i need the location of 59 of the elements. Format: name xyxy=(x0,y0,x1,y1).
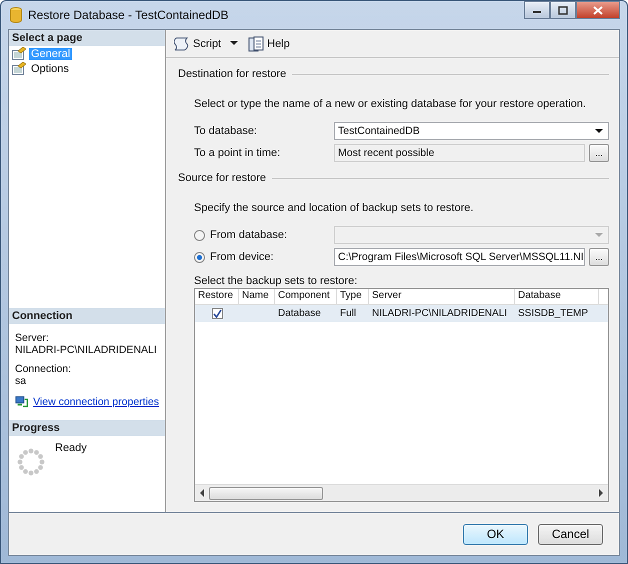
progress-status: Ready xyxy=(55,442,87,454)
minimize-button[interactable] xyxy=(524,1,550,19)
group-heading: Destination for restore xyxy=(178,68,286,80)
caret-icon xyxy=(595,128,603,134)
close-button[interactable] xyxy=(576,1,620,19)
book-icon xyxy=(248,36,264,52)
scroll-icon xyxy=(174,36,190,52)
connection-icon xyxy=(15,395,30,409)
maximize-button[interactable] xyxy=(550,1,576,19)
table-cell: Database xyxy=(278,308,321,319)
radio-label: From database: xyxy=(210,229,288,241)
left-arrow-icon[interactable] xyxy=(199,489,205,497)
database-combo[interactable]: TestContainedDB xyxy=(334,122,609,140)
scrollbar-thumb[interactable] xyxy=(209,486,323,500)
ok-button[interactable]: OK xyxy=(463,524,528,544)
group-heading: Source for restore xyxy=(178,172,266,184)
restore-checkbox[interactable] xyxy=(212,308,222,319)
server-name: NILADRI-PC\NILADRIDENALI xyxy=(15,344,158,356)
close-icon xyxy=(593,6,603,14)
maximize-icon xyxy=(558,6,568,14)
device-path-field[interactable]: C:\Program Files\Microsoft SQL Server\MSSQL11.NI xyxy=(334,248,585,266)
script-button[interactable]: Script xyxy=(172,34,240,54)
connection-properties-link[interactable]: View connection properties xyxy=(33,396,159,408)
table-cell: SSISDB_TEMP xyxy=(518,308,588,319)
page-icon xyxy=(12,62,26,75)
field-label: To database: xyxy=(194,125,258,137)
radio-label: From device: xyxy=(210,251,275,263)
section-header: Progress xyxy=(9,420,165,436)
radio-button[interactable] xyxy=(194,252,205,262)
help-button[interactable]: Help xyxy=(246,34,292,54)
section-header: Select a page xyxy=(9,30,165,46)
table-cell: NILADRI-PC\NILADRIDENALI xyxy=(372,308,508,319)
column-header[interactable]: Component xyxy=(275,289,337,304)
cancel-button[interactable]: Cancel xyxy=(538,524,603,544)
server-label: Server: xyxy=(15,332,50,344)
caret-icon xyxy=(595,232,603,238)
connection-user: sa xyxy=(15,375,28,387)
window-title: Restore Database - TestContainedDB xyxy=(28,8,229,22)
database-icon xyxy=(10,7,22,23)
column-header[interactable]: Restore xyxy=(195,289,239,304)
horizontal-scrollbar[interactable] xyxy=(195,484,608,501)
browse-button[interactable]: ... xyxy=(589,248,609,266)
right-arrow-icon[interactable] xyxy=(598,489,604,497)
connection-label: Connection: xyxy=(15,363,72,375)
backup-sets-label: Select the backup sets to restore: xyxy=(194,275,358,287)
column-header[interactable]: Database xyxy=(515,289,599,304)
page-item[interactable]: Options xyxy=(29,62,71,74)
description-text: Select or type the name of a new or existing database for your restore operation. xyxy=(194,98,587,110)
column-header[interactable]: Server xyxy=(369,289,515,304)
column-header[interactable]: Name xyxy=(239,289,275,304)
column-header[interactable]: Type xyxy=(337,289,369,304)
field-label: To a point in time: xyxy=(194,147,282,159)
caret-icon xyxy=(230,41,238,46)
page-icon xyxy=(12,47,26,60)
description-text: Specify the source and location of backup sets to restore. xyxy=(194,202,474,214)
table-cell: Full xyxy=(340,308,356,319)
section-header: Connection xyxy=(9,308,165,324)
radio-button[interactable] xyxy=(194,230,205,240)
spinner-icon xyxy=(17,448,45,476)
